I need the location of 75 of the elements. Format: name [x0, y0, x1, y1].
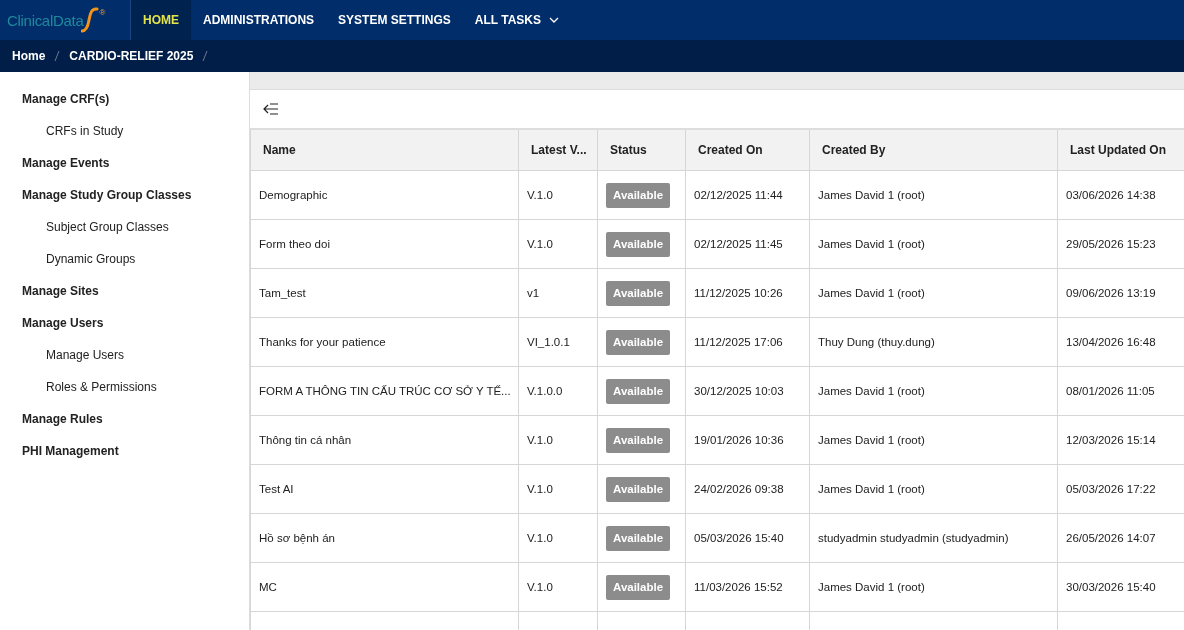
table-cell: 19/01/2026 10:36: [685, 415, 810, 465]
sidebar-item[interactable]: Manage CRF(s): [0, 83, 132, 115]
table-cell: 11/12/2025 17:06: [685, 317, 810, 367]
table-cell: V.1.0: [518, 219, 598, 269]
table-cell: Thuy Dung (thuy.dung): [809, 317, 1058, 367]
table-cell: studyadmin studyadmin (studyadmin): [809, 513, 1058, 563]
status-badge: Available: [606, 378, 671, 404]
table-cell: James David 1 (root): [809, 170, 1058, 220]
nav-tab[interactable]: HOME: [131, 0, 191, 40]
sidebar-subitem[interactable]: Dynamic Groups: [0, 243, 182, 275]
table-cell: 02/12/2025 11:44: [685, 170, 810, 220]
status-badge: Available: [606, 427, 671, 453]
sidebar-subitem[interactable]: Roles & Permissions: [0, 371, 203, 403]
column-header[interactable]: Status: [597, 130, 686, 171]
status-badge: Available: [606, 231, 671, 257]
table-cell: Test AI: [250, 464, 519, 514]
sidebar-item[interactable]: Manage Study Group Classes: [0, 179, 214, 211]
breadcrumb-separator-icon: [54, 50, 61, 62]
column-header[interactable]: Latest V...: [518, 130, 598, 171]
status-badge: Available: [606, 574, 671, 600]
table-cell: James David 1 (root): [809, 268, 1058, 318]
table-cell: Hồ sơ bệnh án: [250, 513, 519, 563]
table-cell: Thông tin cá nhân: [250, 415, 519, 465]
nav-tab[interactable]: SYSTEM SETTINGS: [326, 0, 463, 40]
status-badge: Available: [606, 280, 671, 306]
table-cell: Demographic: [250, 170, 519, 220]
sidebar-subitem[interactable]: Subject Group Classes: [0, 211, 215, 243]
table-cell: V.1.0: [518, 513, 598, 563]
table-cell: V.1.0.0: [518, 366, 598, 416]
breadcrumb-separator-icon: [202, 50, 209, 62]
table-cell: V.1.0: [518, 562, 598, 612]
table-cell: James David 1 (root): [809, 415, 1058, 465]
table-cell: Thanks for your patience: [250, 317, 519, 367]
table-cell: V.1.0: [518, 415, 598, 465]
table-cell: James David 1 (root): [809, 366, 1058, 416]
column-header[interactable]: Name: [250, 130, 519, 171]
table-cell: James David 1 (root): [809, 464, 1058, 514]
sidebar-item[interactable]: Manage Events: [0, 147, 132, 179]
breadcrumb-link[interactable]: Home: [12, 49, 46, 63]
table-cell: 05/03/2026 15:40: [685, 513, 810, 563]
table-cell: James David 1 (root): [809, 219, 1058, 269]
collapse-menu-icon[interactable]: [263, 102, 279, 116]
chevron-down-icon: [549, 17, 560, 23]
sidebar-item[interactable]: Manage Rules: [0, 403, 125, 435]
status-badge: Available: [606, 525, 671, 551]
table-cell: 11/12/2025 10:26: [685, 268, 810, 318]
table-cell: 24/02/2026 09:38: [685, 464, 810, 514]
sidebar-item[interactable]: PHI Management: [0, 435, 141, 467]
table-cell: V.1.0: [518, 170, 598, 220]
sidebar-item[interactable]: Manage Sites: [0, 275, 121, 307]
sidebar-item[interactable]: Manage Users: [0, 307, 126, 339]
table-cell: 02/12/2025 11:45: [685, 219, 810, 269]
sidebar-subitem[interactable]: CRFs in Study: [0, 115, 170, 147]
table-cell: 11/03/2026 15:52: [685, 562, 810, 612]
column-header[interactable]: Created On: [685, 130, 810, 171]
table-cell: James David 1 (root): [809, 562, 1058, 612]
breadcrumb-link[interactable]: CARDIO-RELIEF 2025: [69, 49, 194, 63]
status-badge: Available: [606, 182, 671, 208]
table-cell: v1: [518, 268, 598, 318]
table-cell: 30/12/2025 10:03: [685, 366, 810, 416]
column-header[interactable]: Created By: [809, 130, 1058, 171]
sidebar-subitem[interactable]: Manage Users: [0, 339, 171, 371]
status-badge: Available: [606, 476, 671, 502]
table-cell: Form theo doi: [250, 219, 519, 269]
column-header[interactable]: Last Updated On: [1057, 130, 1184, 171]
logo-text: ClinicalData: [7, 11, 84, 29]
table-cell: FORM A THÔNG TIN CẤU TRÚC CƠ SỞ Y TẾ...: [250, 366, 519, 416]
table-cell: V.1.0: [518, 464, 598, 514]
registered-mark: ®: [99, 8, 106, 17]
table-cell: Tam_test: [250, 268, 519, 318]
status-badge: Available: [606, 329, 671, 355]
nav-tab[interactable]: ALL TASKS: [462, 0, 572, 40]
table-cell: MC: [250, 562, 519, 612]
nav-tab[interactable]: ADMINISTRATIONS: [191, 0, 327, 40]
table-cell: VI_1.0.1: [518, 317, 598, 367]
